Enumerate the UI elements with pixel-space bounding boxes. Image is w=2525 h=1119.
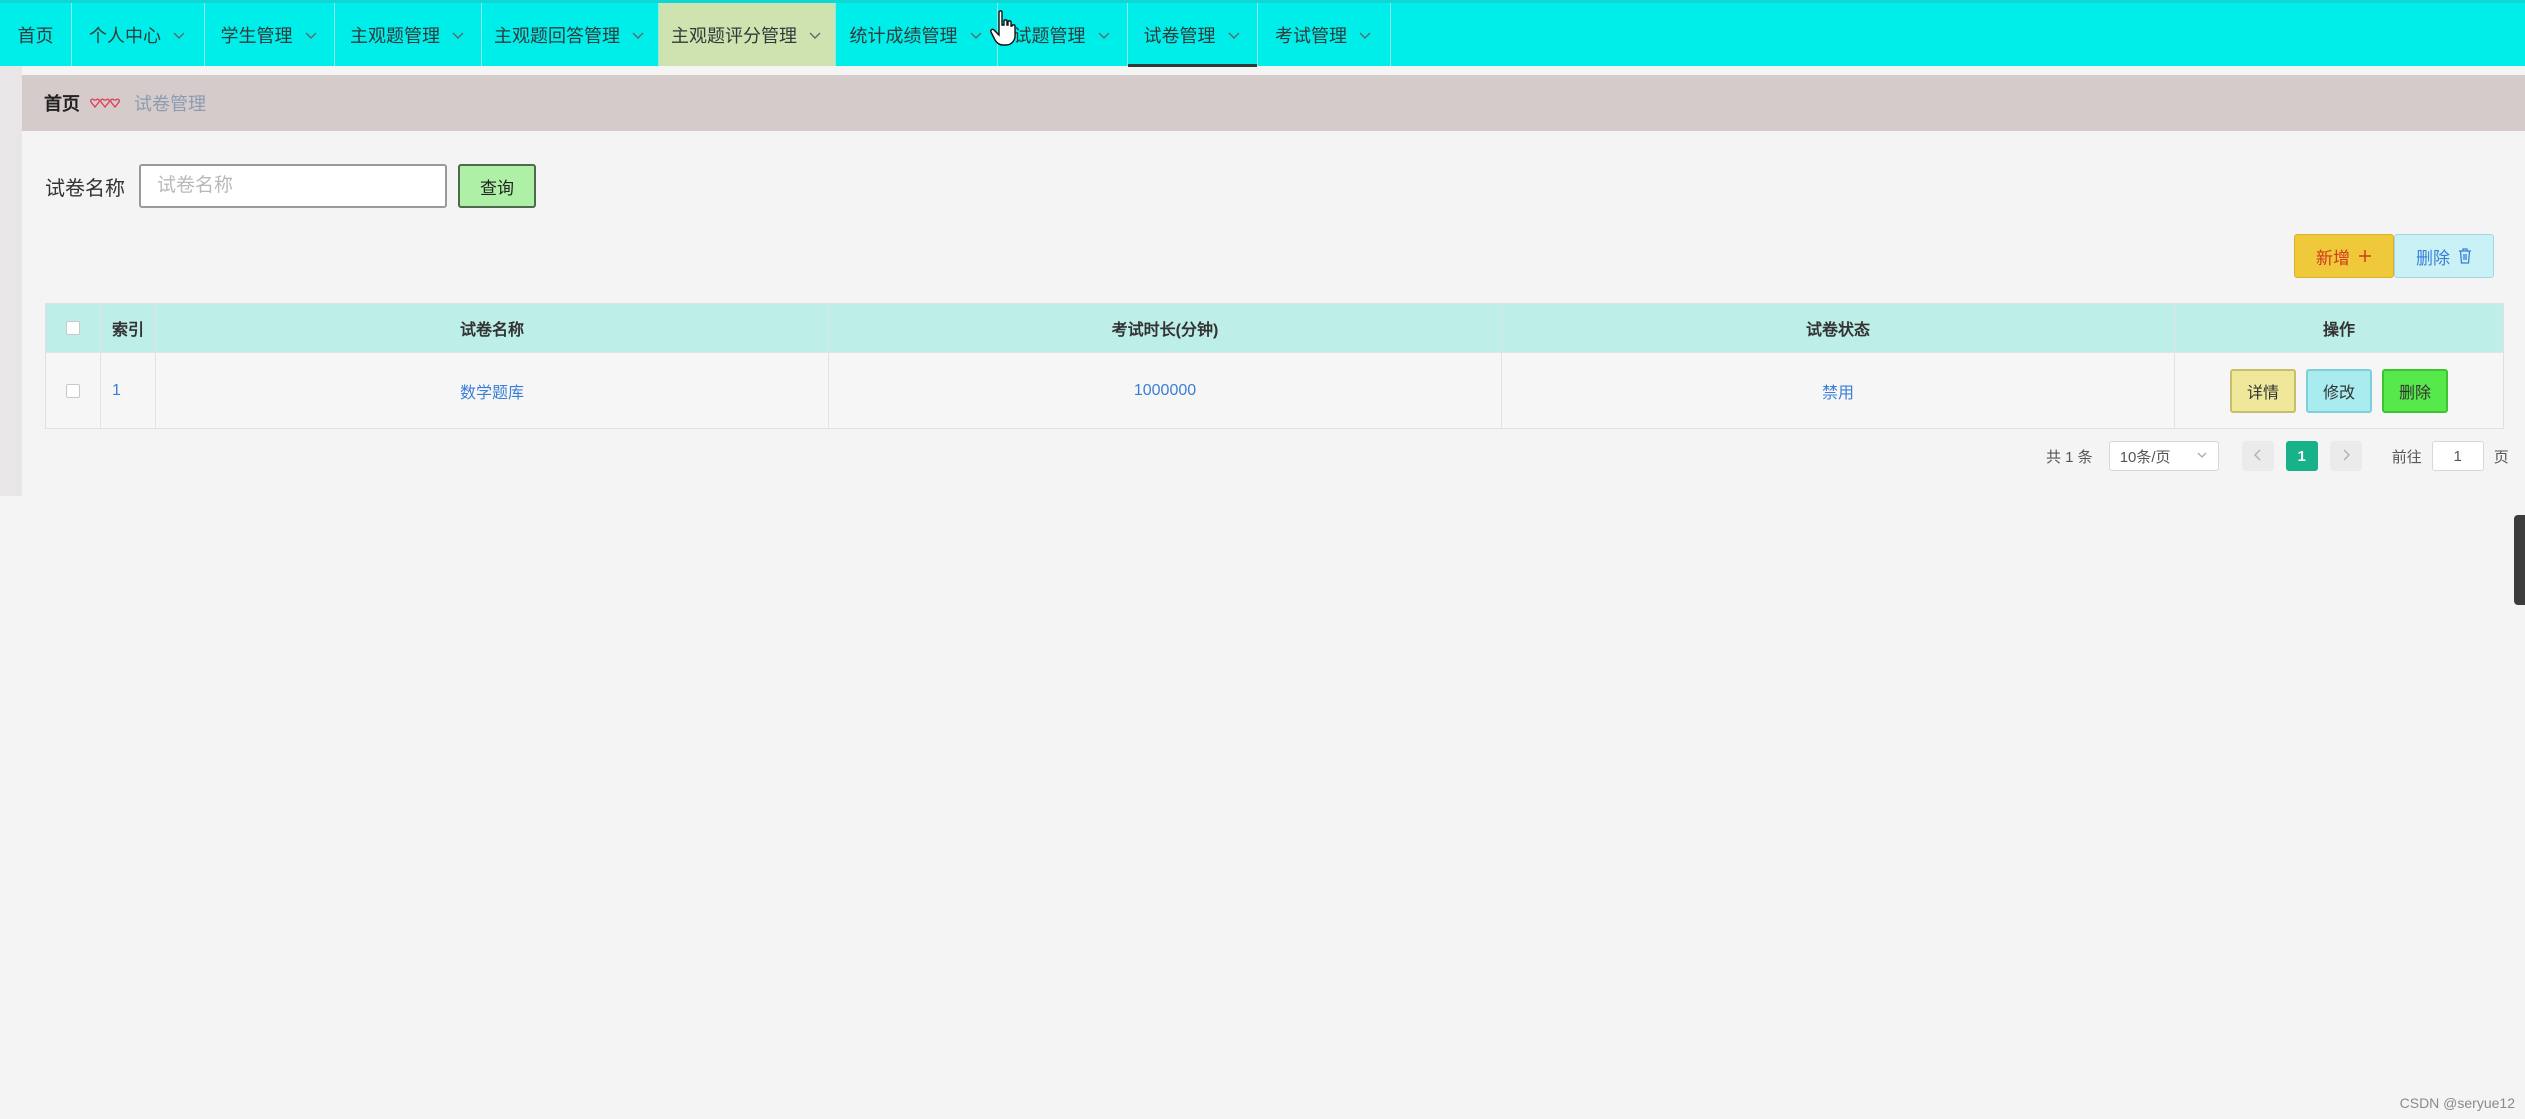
nav-item-label: 首页 bbox=[17, 25, 54, 46]
content-panel: 试卷名称 查询 新增 删除 索引 试卷名称 考试时长(分钟) 试卷状态 操作 1… bbox=[22, 142, 2525, 496]
nav-item-student-management[interactable]: 学生管理 bbox=[205, 3, 335, 66]
chevron-right-icon bbox=[2341, 448, 2351, 465]
row-checkbox[interactable] bbox=[66, 383, 80, 398]
chevron-down-icon bbox=[807, 27, 823, 43]
nav-item-personal-center[interactable]: 个人中心 bbox=[72, 3, 205, 66]
nav-item-label: 主观题回答管理 bbox=[494, 25, 620, 46]
row-status: 禁用 bbox=[1502, 353, 2175, 428]
exam-paper-table: 索引 试卷名称 考试时长(分钟) 试卷状态 操作 1 数学题库 1000000 … bbox=[45, 303, 2504, 429]
table-header-row: 索引 试卷名称 考试时长(分钟) 试卷状态 操作 bbox=[46, 304, 2503, 352]
chevron-down-icon bbox=[2196, 448, 2208, 465]
nav-item-question-management[interactable]: 试题管理 bbox=[998, 3, 1128, 66]
nav-item-exam-paper-management[interactable]: 试卷管理 bbox=[1128, 3, 1258, 67]
pagination: 共 1 条 10条/页 1 前往 页 bbox=[2046, 441, 2509, 471]
page-size-select[interactable]: 10条/页 bbox=[2108, 441, 2219, 471]
prev-page-button[interactable] bbox=[2241, 441, 2274, 471]
row-paper-name: 数学题库 bbox=[156, 353, 829, 428]
chevron-down-icon bbox=[1096, 27, 1112, 43]
trash-icon bbox=[2458, 248, 2472, 264]
hand-pointer-cursor-icon bbox=[990, 10, 1016, 46]
chevron-down-icon bbox=[630, 27, 646, 43]
search-form: 试卷名称 查询 bbox=[45, 164, 536, 208]
goto-prefix: 前往 bbox=[2391, 448, 2422, 466]
breadcrumb: 首页 试卷管理 bbox=[22, 75, 2525, 131]
row-duration: 1000000 bbox=[829, 353, 1502, 428]
nav-item-subjective-answer-management[interactable]: 主观题回答管理 bbox=[482, 3, 659, 66]
chevron-down-icon bbox=[968, 27, 984, 43]
nav-item-subjective-question-management[interactable]: 主观题管理 bbox=[335, 3, 482, 66]
column-header-actions: 操作 bbox=[2322, 322, 2355, 339]
column-header-status: 试卷状态 bbox=[1502, 304, 2175, 352]
add-button-label: 新增 bbox=[2316, 248, 2350, 268]
nav-item-label: 统计成绩管理 bbox=[849, 25, 958, 46]
page-number-current[interactable]: 1 bbox=[2285, 441, 2318, 471]
heart-separator-icon bbox=[90, 98, 120, 109]
nav-item-label: 个人中心 bbox=[89, 25, 161, 46]
next-page-button[interactable] bbox=[2329, 441, 2362, 471]
chevron-left-icon bbox=[2253, 448, 2263, 465]
side-scroll-handle[interactable] bbox=[2514, 515, 2525, 605]
pagination-total: 共 1 条 bbox=[2046, 448, 2093, 466]
row-delete-button[interactable]: 删除 bbox=[2382, 368, 2448, 413]
edit-button[interactable]: 修改 bbox=[2306, 368, 2372, 413]
goto-page-input[interactable] bbox=[2431, 441, 2484, 471]
select-all-cell bbox=[46, 304, 101, 352]
left-rail bbox=[0, 66, 22, 496]
paper-name-search-input[interactable] bbox=[139, 164, 447, 208]
plus-icon bbox=[2358, 249, 2372, 263]
column-header-duration: 考试时长(分钟) bbox=[829, 304, 1502, 352]
nav-item-label: 学生管理 bbox=[220, 25, 293, 46]
add-button[interactable]: 新增 bbox=[2294, 234, 2394, 278]
row-select-cell bbox=[46, 353, 101, 428]
select-all-checkbox[interactable] bbox=[66, 321, 80, 335]
nav-item-label: 考试管理 bbox=[1275, 25, 1347, 46]
breadcrumb-current: 试卷管理 bbox=[134, 94, 206, 114]
breadcrumb-home-link[interactable]: 首页 bbox=[44, 90, 80, 116]
nav-item-label: 试题管理 bbox=[1013, 25, 1086, 46]
nav-item-exam-management[interactable]: 考试管理 bbox=[1258, 3, 1391, 66]
chevron-down-icon bbox=[171, 27, 187, 43]
detail-button[interactable]: 详情 bbox=[2230, 368, 2296, 413]
nav-item-home[interactable]: 首页 bbox=[0, 3, 72, 66]
chevron-down-icon bbox=[303, 27, 319, 43]
table-row: 1 数学题库 1000000 禁用 详情 修改 删除 bbox=[46, 352, 2503, 428]
query-button[interactable]: 查询 bbox=[458, 164, 536, 208]
row-index: 1 bbox=[101, 353, 156, 428]
nav-item-score-statistics-management[interactable]: 统计成绩管理 bbox=[836, 3, 998, 66]
column-header-index: 索引 bbox=[101, 304, 156, 352]
goto-suffix: 页 bbox=[2493, 448, 2509, 466]
top-navigation: 首页 个人中心 学生管理 主观题管理 主观题回答管理 主观题评分管理 统计成绩管… bbox=[0, 0, 2525, 67]
nav-item-label: 试卷管理 bbox=[1143, 25, 1216, 46]
search-label: 试卷名称 bbox=[45, 177, 125, 200]
batch-delete-button[interactable]: 删除 bbox=[2394, 234, 2494, 278]
row-actions: 详情 修改 删除 bbox=[2175, 353, 2503, 428]
chevron-down-icon bbox=[1357, 27, 1373, 43]
nav-item-label: 主观题管理 bbox=[350, 25, 440, 46]
page-size-value: 10条/页 bbox=[2119, 448, 2171, 466]
page-goto: 前往 页 bbox=[2392, 441, 2509, 471]
batch-delete-button-label: 删除 bbox=[2416, 248, 2450, 268]
nav-item-label: 主观题评分管理 bbox=[671, 25, 797, 46]
watermark: CSDN @seryue12 bbox=[2399, 1095, 2515, 1111]
column-header-paper-name: 试卷名称 bbox=[156, 304, 829, 352]
chevron-down-icon bbox=[1226, 27, 1242, 43]
nav-item-subjective-scoring-management[interactable]: 主观题评分管理 bbox=[659, 3, 836, 66]
chevron-down-icon bbox=[450, 27, 466, 43]
